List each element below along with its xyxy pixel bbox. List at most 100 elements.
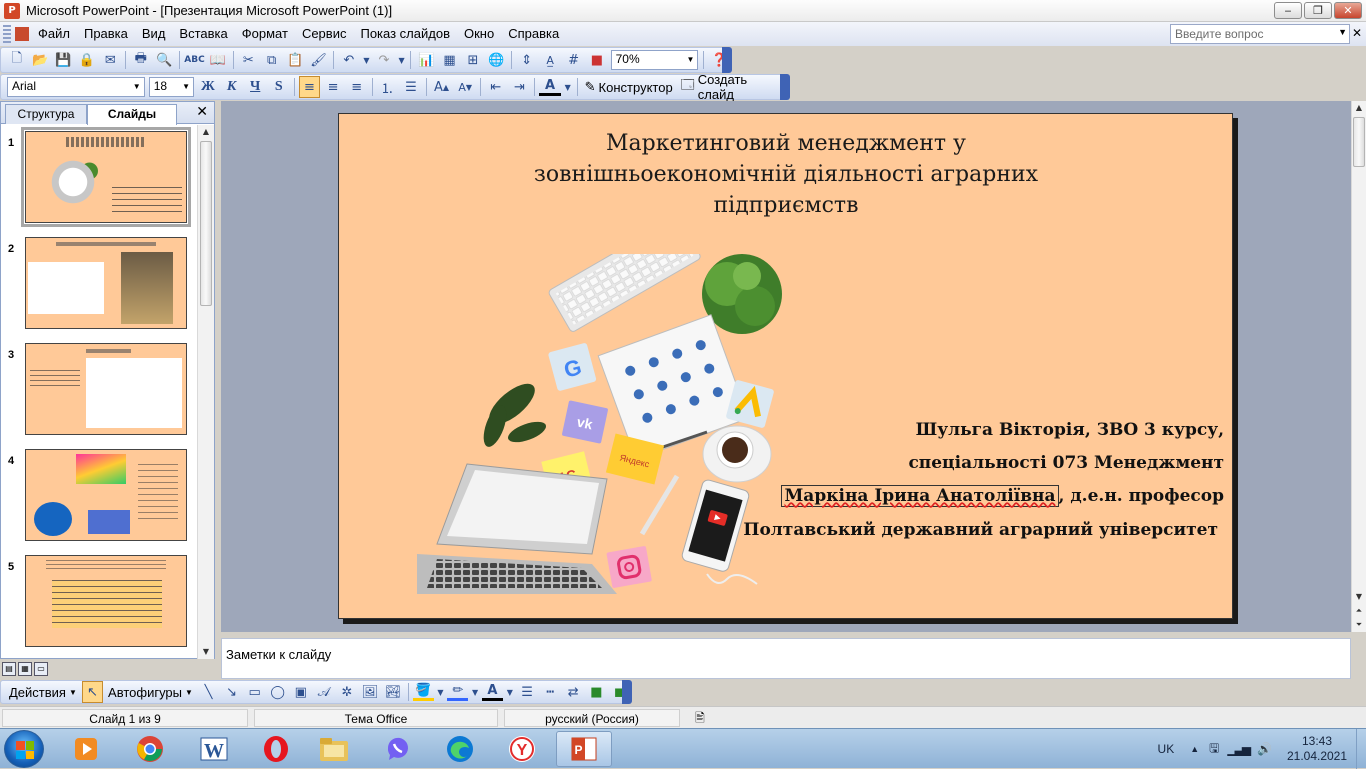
slide-thumbnail-3[interactable] bbox=[25, 343, 187, 435]
taskbar-explorer[interactable] bbox=[306, 731, 362, 767]
scroll-up-icon[interactable]: ▲ bbox=[198, 125, 214, 139]
powerpoint-app-icon[interactable]: P bbox=[4, 2, 20, 19]
taskbar-media-player[interactable] bbox=[58, 731, 114, 767]
picture-icon[interactable]: 🏞 bbox=[383, 681, 404, 703]
scroll-thumb[interactable] bbox=[1353, 117, 1365, 167]
author-line-2[interactable]: спеціальності 073 Менеджмент bbox=[908, 453, 1224, 473]
menu-slideshow[interactable]: Показ слайдов bbox=[353, 23, 457, 45]
taskbar-edge[interactable] bbox=[432, 731, 488, 767]
line-color-icon[interactable]: ✏ bbox=[447, 683, 469, 701]
shadow-style-icon[interactable]: ■ bbox=[586, 681, 607, 703]
bold-button[interactable]: Ж bbox=[197, 76, 219, 98]
oval-tool-icon[interactable]: ◯ bbox=[267, 681, 288, 703]
font-color-icon[interactable]: A bbox=[481, 683, 503, 701]
toolbar-options-icon[interactable] bbox=[722, 47, 732, 73]
menu-tools[interactable]: Сервис bbox=[295, 23, 354, 45]
current-slide[interactable]: Маркетинговий менеджмент у зовнішньоекон… bbox=[338, 113, 1233, 619]
close-document-icon[interactable]: ✕ bbox=[1352, 26, 1362, 40]
shadow-button[interactable]: S bbox=[268, 76, 290, 98]
slideshow-view-icon[interactable]: ▭ bbox=[34, 662, 48, 676]
menu-format[interactable]: Формат bbox=[235, 23, 295, 45]
notes-pane[interactable]: Заметки к слайду bbox=[221, 638, 1351, 679]
start-button[interactable] bbox=[4, 730, 44, 768]
align-left-icon[interactable]: ≡ bbox=[298, 76, 321, 98]
hyperlink-icon[interactable]: 🌐 bbox=[486, 49, 507, 71]
line-style-icon[interactable]: ☰ bbox=[517, 681, 538, 703]
bullets-icon[interactable]: ☰ bbox=[400, 76, 422, 98]
taskbar-powerpoint[interactable]: P bbox=[556, 731, 612, 767]
save-icon[interactable]: 💾 bbox=[53, 49, 74, 71]
supervisor-line[interactable]: Маркіна Ірина Анатоліївна, д.е.н. профес… bbox=[781, 485, 1224, 507]
taskbar-word[interactable]: W bbox=[186, 731, 242, 767]
university-line[interactable]: Полтавський державний аграрний університ… bbox=[743, 520, 1218, 540]
keyboard-language[interactable]: UK bbox=[1158, 742, 1175, 756]
menu-view[interactable]: Вид bbox=[135, 23, 173, 45]
align-right-icon[interactable]: ≡ bbox=[346, 76, 368, 98]
new-document-icon[interactable]: 🗋 bbox=[6, 49, 27, 71]
font-size-combo[interactable]: 18 ▼ bbox=[148, 77, 195, 97]
decrease-font-icon[interactable]: A ▼ bbox=[454, 76, 476, 98]
print-icon[interactable]: 🖶 bbox=[130, 49, 151, 71]
spelling-status-icon[interactable]: 🖹 bbox=[686, 709, 714, 727]
slide-sorter-icon[interactable]: ▦ bbox=[18, 662, 32, 676]
chevron-down-icon[interactable]: ▼ bbox=[505, 681, 515, 703]
arrow-style-icon[interactable]: ⇄ bbox=[563, 681, 584, 703]
close-window-button[interactable]: ✕ bbox=[1334, 2, 1362, 19]
fill-color-icon[interactable]: 🪣 bbox=[412, 683, 434, 701]
toolbar-options-icon[interactable] bbox=[622, 680, 632, 704]
restore-button[interactable]: ❐ bbox=[1304, 2, 1332, 19]
zoom-combo[interactable]: 70% ▼ bbox=[610, 50, 699, 70]
cut-icon[interactable]: ✂ bbox=[238, 49, 259, 71]
menu-file[interactable]: Файл bbox=[31, 23, 77, 45]
device-icon[interactable]: 🖫 bbox=[1209, 739, 1219, 760]
decrease-indent-icon[interactable]: ⇤ bbox=[485, 76, 507, 98]
tables-borders-icon[interactable]: ⊞ bbox=[462, 49, 483, 71]
document-icon[interactable] bbox=[15, 27, 29, 41]
font-name-combo[interactable]: Arial ▼ bbox=[7, 77, 145, 97]
minimize-button[interactable]: ‒ bbox=[1274, 2, 1302, 19]
menu-window[interactable]: Окно bbox=[457, 23, 501, 45]
slide-title[interactable]: Маркетинговий менеджмент у зовнішньоекон… bbox=[479, 128, 1093, 221]
increase-font-icon[interactable]: A ▲ bbox=[431, 76, 453, 98]
normal-view-icon[interactable]: ▤ bbox=[2, 662, 16, 676]
insert-chart-icon[interactable]: 📊 bbox=[415, 49, 436, 71]
volume-icon[interactable]: 🔊 bbox=[1257, 742, 1272, 756]
email-icon[interactable]: ✉ bbox=[100, 49, 121, 71]
format-painter-icon[interactable]: 🖌 bbox=[308, 49, 329, 71]
scroll-up-icon[interactable]: ▲ bbox=[1352, 101, 1366, 115]
chevron-down-icon[interactable]: ▼ bbox=[397, 49, 407, 71]
clock[interactable]: 13:43 21.04.2021 bbox=[1278, 734, 1356, 764]
scroll-thumb[interactable] bbox=[200, 141, 212, 306]
print-preview-icon[interactable]: 🔍 bbox=[153, 49, 174, 71]
select-pointer-icon[interactable]: ↖ bbox=[81, 681, 104, 703]
copy-icon[interactable]: ⧉ bbox=[261, 49, 282, 71]
spelling-icon[interactable]: ABC bbox=[184, 49, 205, 71]
scroll-down-icon[interactable]: ▼ bbox=[198, 645, 214, 659]
tab-slides[interactable]: Слайды bbox=[87, 104, 177, 125]
designer-button[interactable]: ✎ Конструктор bbox=[581, 79, 677, 95]
scroll-down-icon[interactable]: ▼ bbox=[1352, 590, 1366, 604]
slide-thumbnail-4[interactable] bbox=[25, 449, 187, 541]
slides-scrollbar[interactable]: ▲ ▼ bbox=[197, 125, 214, 659]
taskbar-yandex[interactable]: Y bbox=[494, 731, 550, 767]
slide-thumbnail-5[interactable] bbox=[25, 555, 187, 647]
previous-slide-icon[interactable]: ⏶ bbox=[1352, 604, 1366, 618]
chevron-down-icon[interactable]: ▼ bbox=[180, 79, 192, 95]
arrow-tool-icon[interactable]: ↘ bbox=[221, 681, 242, 703]
chevron-down-icon[interactable]: ▼ bbox=[131, 79, 143, 95]
underline-button[interactable]: Ч bbox=[244, 76, 266, 98]
editor-scrollbar[interactable]: ▲ ▼ ⏶ ⏷ bbox=[1351, 101, 1366, 632]
menu-grip-icon[interactable] bbox=[3, 25, 11, 43]
slide-thumbnail-1[interactable] bbox=[21, 127, 191, 227]
color-grayscale-icon[interactable]: ■ bbox=[586, 49, 607, 71]
insert-table-icon[interactable]: ▦ bbox=[439, 49, 460, 71]
actions-menu[interactable]: Действия ▼ bbox=[5, 685, 81, 700]
menu-help[interactable]: Справка bbox=[501, 23, 566, 45]
toolbar-options-icon[interactable] bbox=[780, 74, 790, 100]
menu-edit[interactable]: Правка bbox=[77, 23, 135, 45]
permission-icon[interactable]: 🔒 bbox=[76, 49, 97, 71]
rectangle-tool-icon[interactable]: ▭ bbox=[244, 681, 265, 703]
grid-icon[interactable]: # bbox=[563, 49, 584, 71]
close-pane-icon[interactable]: ✕ bbox=[196, 104, 208, 120]
textbox-tool-icon[interactable]: ▣ bbox=[290, 681, 311, 703]
